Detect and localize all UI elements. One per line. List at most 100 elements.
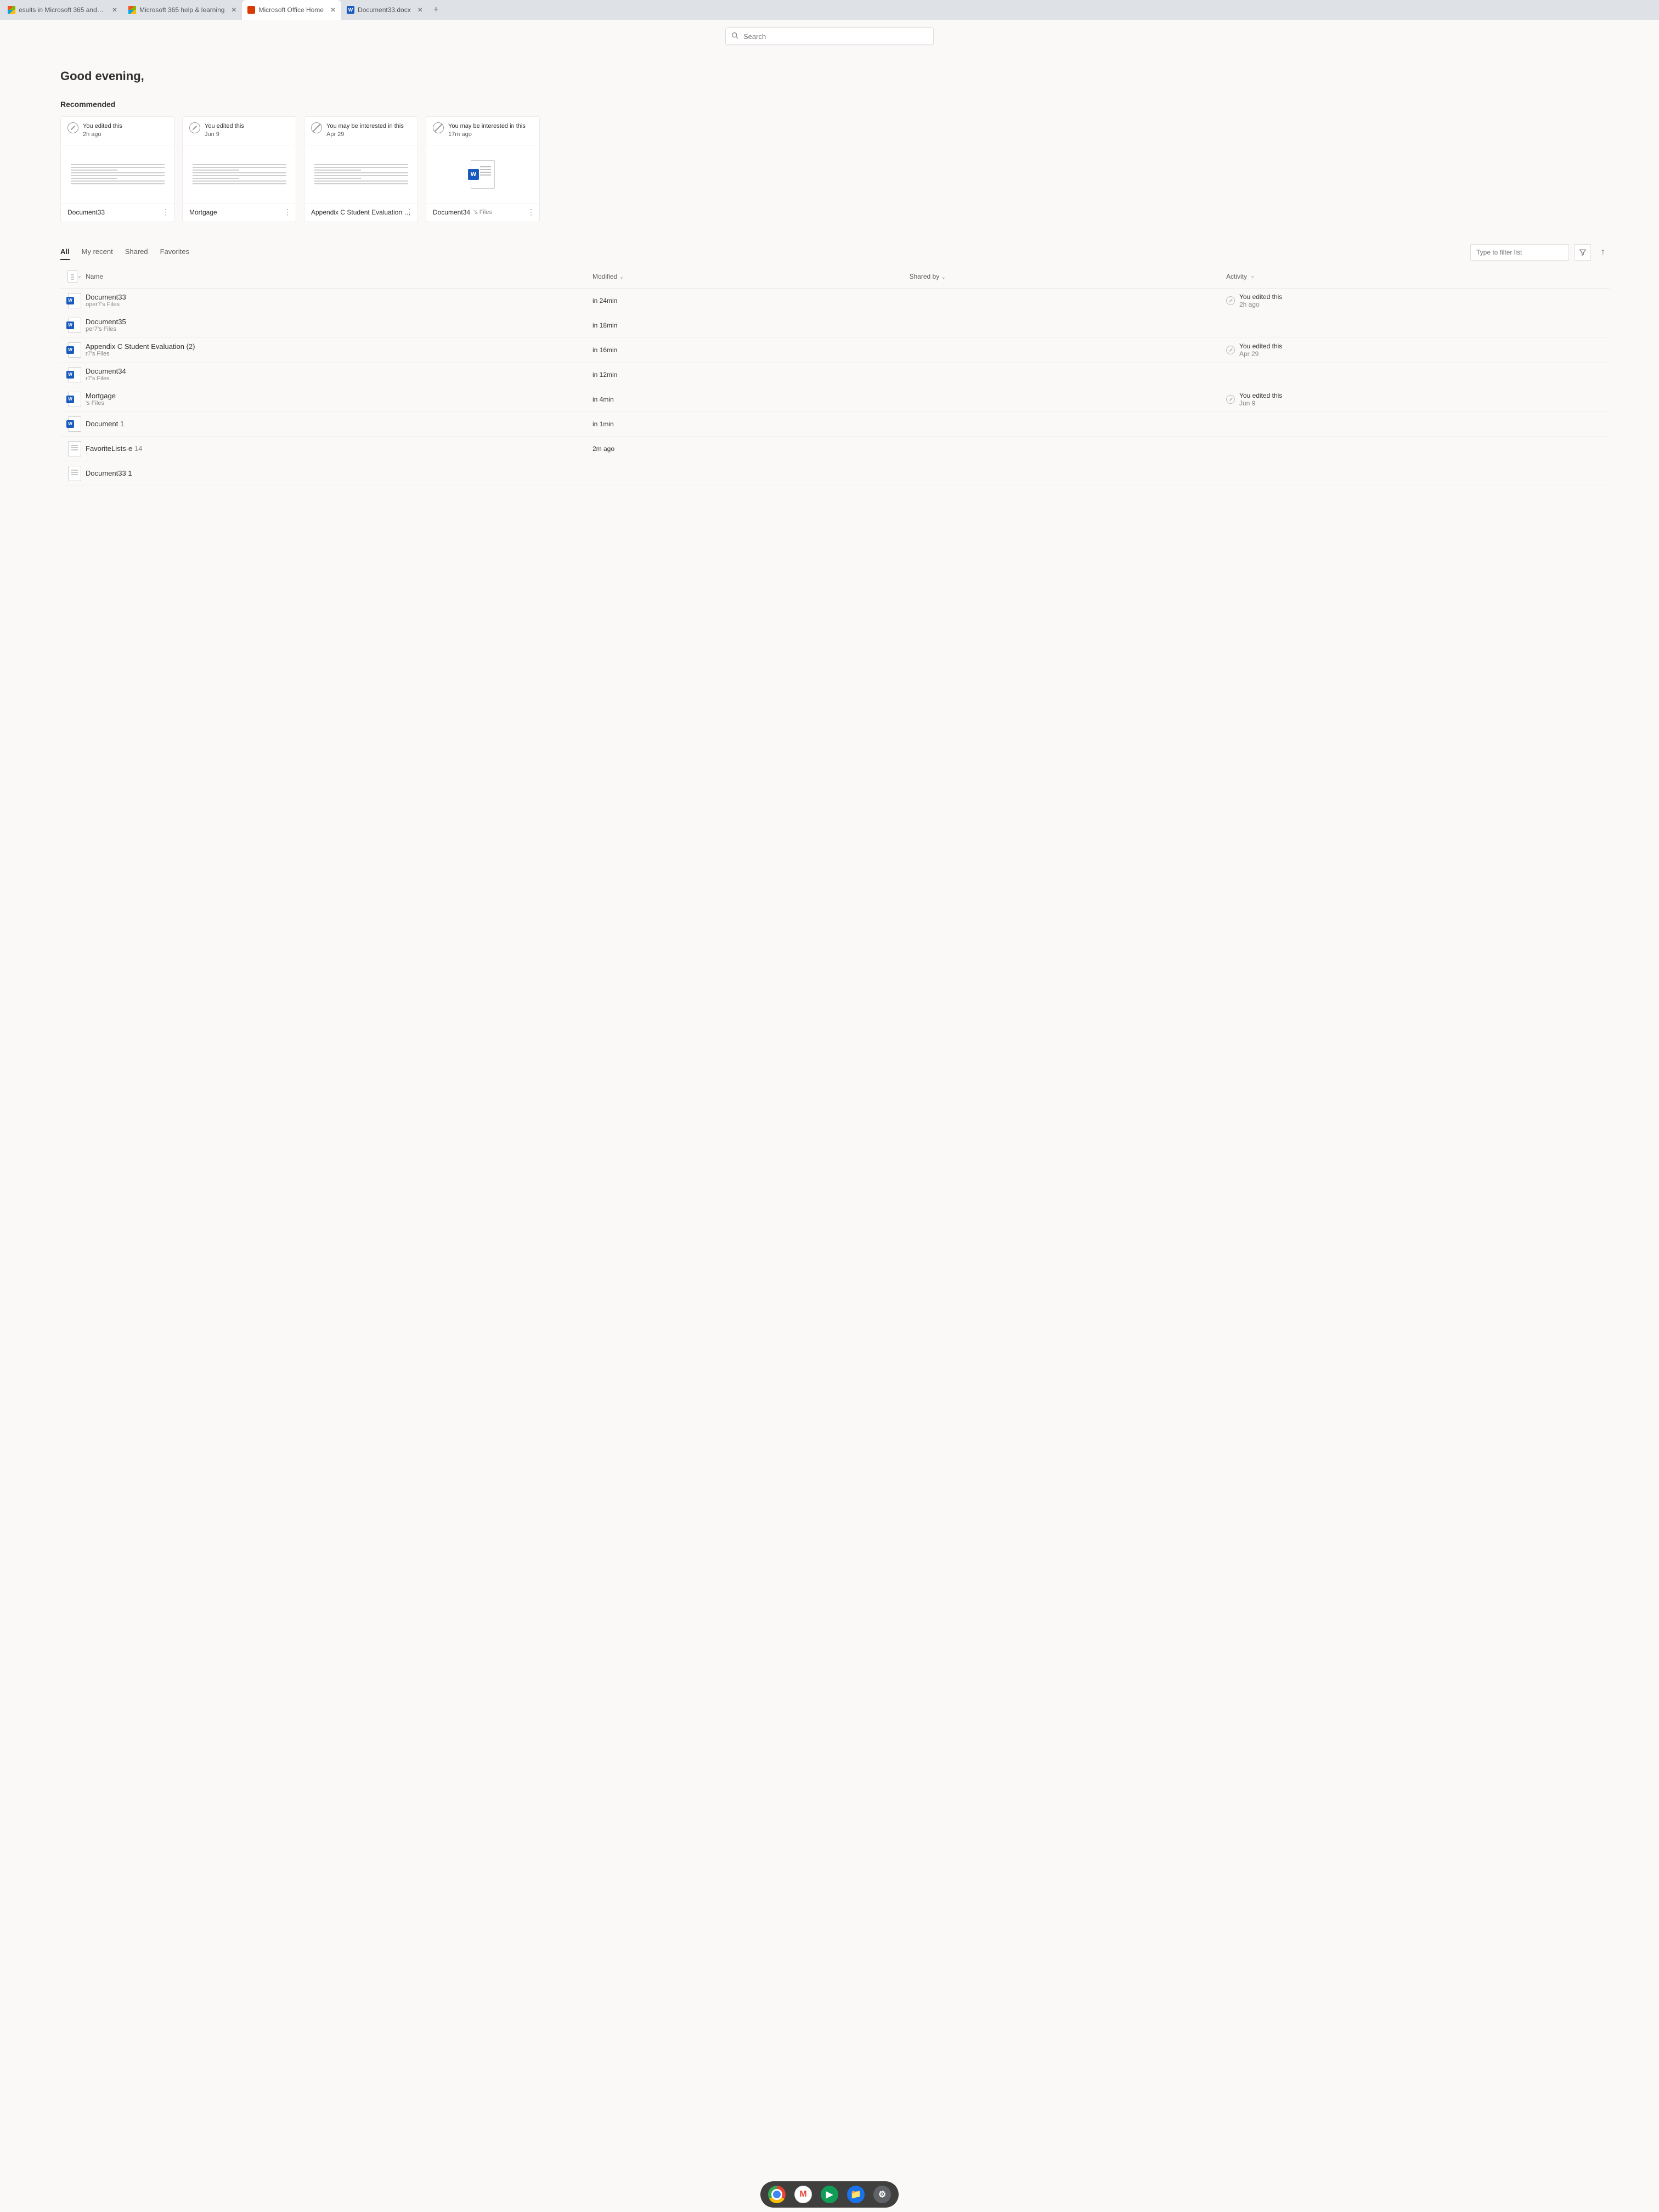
- filter-area: Type to filter list ↑: [1470, 244, 1610, 261]
- card-title: Document34: [433, 208, 470, 216]
- activity-text: You edited thisApr 29: [1239, 342, 1282, 358]
- column-sharedby[interactable]: Shared by ⌄: [910, 273, 1227, 280]
- list-tab-favorites[interactable]: Favorites: [160, 244, 189, 260]
- not-interested-icon: [311, 122, 322, 133]
- file-icon: [68, 441, 81, 456]
- file-modified-cell: 2m ago: [592, 445, 910, 453]
- pencil-icon: [67, 122, 78, 133]
- file-location: 's Files: [86, 400, 592, 407]
- browser-tab[interactable]: Microsoft Office Home✕: [242, 0, 341, 20]
- browser-tab-strip: esults in Microsoft 365 and Of✕Microsoft…: [0, 0, 1659, 20]
- card-header: You may be interested in this17m ago: [426, 117, 539, 145]
- list-controls: All My recent Shared Favorites Type to filt…: [60, 244, 1610, 261]
- microsoft-icon: [8, 6, 15, 14]
- word-icon: W: [68, 392, 81, 407]
- recommended-card[interactable]: You edited thisJun 9 Mortgage ⋮: [182, 116, 296, 222]
- close-icon[interactable]: ✕: [231, 6, 236, 14]
- more-icon[interactable]: ⋮: [527, 207, 535, 217]
- file-name-cell: Mortgage's Files: [86, 392, 592, 407]
- settings-app-icon[interactable]: ⚙: [873, 2186, 891, 2203]
- activity-cell: You edited thisApr 29: [1226, 342, 1282, 358]
- scroll-top-button[interactable]: ↑: [1596, 244, 1610, 261]
- activity-cell: You edited this2h ago: [1226, 293, 1282, 308]
- file-row[interactable]: WMortgage's Filesin 4minYou edited thisJ…: [60, 387, 1610, 412]
- card-thumbnail: [61, 145, 174, 204]
- tab-title: Document33.docx: [358, 6, 411, 14]
- file-name-cell: Document33oper7's Files: [86, 293, 592, 308]
- file-icon-cell: W: [64, 416, 86, 432]
- file-title: Document34: [86, 367, 592, 375]
- file-name-cell: Document 1: [86, 420, 592, 428]
- close-icon[interactable]: ✕: [417, 6, 423, 14]
- file-row[interactable]: Document33 1: [60, 461, 1610, 486]
- column-type[interactable]: ⌄: [64, 270, 86, 283]
- file-modified-cell: in 12min: [592, 371, 910, 379]
- close-icon[interactable]: ✕: [330, 6, 336, 14]
- filter-input[interactable]: Type to filter list: [1470, 244, 1569, 261]
- play-app-icon[interactable]: ▶: [821, 2186, 838, 2203]
- card-line2: 17m ago: [448, 131, 526, 139]
- word-icon: W: [68, 367, 81, 382]
- card-header-text: You edited thisJun 9: [205, 122, 244, 139]
- pencil-icon: [1226, 296, 1235, 305]
- recommended-card[interactable]: You may be interested in thisApr 29 Appen…: [304, 116, 418, 222]
- files-app-icon[interactable]: 📁: [847, 2186, 865, 2203]
- close-icon[interactable]: ✕: [112, 6, 117, 14]
- doc-preview: [193, 164, 286, 184]
- more-icon[interactable]: ⋮: [405, 207, 413, 217]
- list-tab-my-recent[interactable]: My recent: [82, 244, 113, 260]
- column-activity[interactable]: Activity ⌄: [1226, 273, 1606, 280]
- file-location: per7's Files: [86, 326, 592, 332]
- search-input[interactable]: Search: [725, 27, 934, 45]
- activity-text: You edited this2h ago: [1239, 293, 1282, 308]
- card-footer: Document33⋮: [61, 204, 174, 222]
- list-tabs: All My recent Shared Favorites: [60, 244, 189, 260]
- card-footer: Document34's Files⋮: [426, 204, 539, 222]
- card-line1: You may be interested in this: [448, 122, 526, 131]
- file-row[interactable]: WDocument 1in 1min: [60, 412, 1610, 437]
- search-icon: [731, 32, 739, 41]
- browser-tab[interactable]: Microsoft 365 help & learning✕: [123, 0, 242, 20]
- card-line2: 2h ago: [83, 131, 122, 139]
- more-icon[interactable]: ⋮: [162, 207, 170, 217]
- new-tab-button[interactable]: +: [428, 0, 444, 20]
- file-modified-cell: in 18min: [592, 321, 910, 329]
- file-row[interactable]: WAppendix C Student Evaluation (2)r7's F…: [60, 338, 1610, 363]
- column-name[interactable]: Name: [86, 273, 592, 280]
- card-line1: You edited this: [205, 122, 244, 131]
- browser-tab[interactable]: esults in Microsoft 365 and Of✕: [2, 0, 123, 20]
- file-icon-cell: [64, 466, 86, 481]
- browser-tab[interactable]: WDocument33.docx✕: [341, 0, 428, 20]
- file-row[interactable]: W Document35per7's Filesin 18min: [60, 313, 1610, 338]
- more-icon[interactable]: ⋮: [284, 207, 291, 217]
- word-icon: W: [68, 318, 81, 333]
- file-row[interactable]: WDocument34r7's Filesin 12min: [60, 363, 1610, 387]
- list-tab-shared[interactable]: Shared: [125, 244, 148, 260]
- list-tab-all[interactable]: All: [60, 244, 70, 260]
- activity-cell: You edited thisJun 9: [1226, 392, 1282, 407]
- file-row[interactable]: FavoriteLists-e 142m ago: [60, 437, 1610, 461]
- card-header: You may be interested in thisApr 29: [304, 117, 417, 145]
- page-body: Search Good evening, Recommended You edi…: [0, 20, 1659, 2212]
- recommended-card[interactable]: You may be interested in this17m agoWDoc…: [426, 116, 540, 222]
- filter-button[interactable]: [1575, 244, 1591, 261]
- arrow-up-icon: ↑: [1601, 247, 1605, 257]
- section-recommended-title: Recommended: [60, 100, 1610, 109]
- column-modified[interactable]: Modified ⌄: [592, 273, 910, 280]
- card-header-text: You edited this2h ago: [83, 122, 122, 139]
- file-modified-cell: in 1min: [592, 420, 910, 428]
- card-title: Appendix C Student Evaluation (2): [311, 208, 411, 216]
- search-placeholder: Search: [743, 32, 766, 41]
- top-bar: Search: [0, 20, 1659, 53]
- file-title: FavoriteLists-e 14: [86, 444, 592, 453]
- microsoft-icon: [128, 6, 136, 14]
- gmail-app-icon[interactable]: M: [794, 2186, 812, 2203]
- chrome-app-icon[interactable]: [768, 2186, 786, 2203]
- card-line1: You may be interested in this: [326, 122, 404, 131]
- recommended-card[interactable]: You edited this2h ago Document33⋮: [60, 116, 174, 222]
- file-title: Document 1: [86, 420, 592, 428]
- file-row[interactable]: WDocument33oper7's Filesin 24minYou edit…: [60, 289, 1610, 313]
- card-title: Mortgage: [189, 208, 217, 216]
- file-name-cell: Document35per7's Files: [86, 318, 592, 332]
- card-header-text: You may be interested in this17m ago: [448, 122, 526, 139]
